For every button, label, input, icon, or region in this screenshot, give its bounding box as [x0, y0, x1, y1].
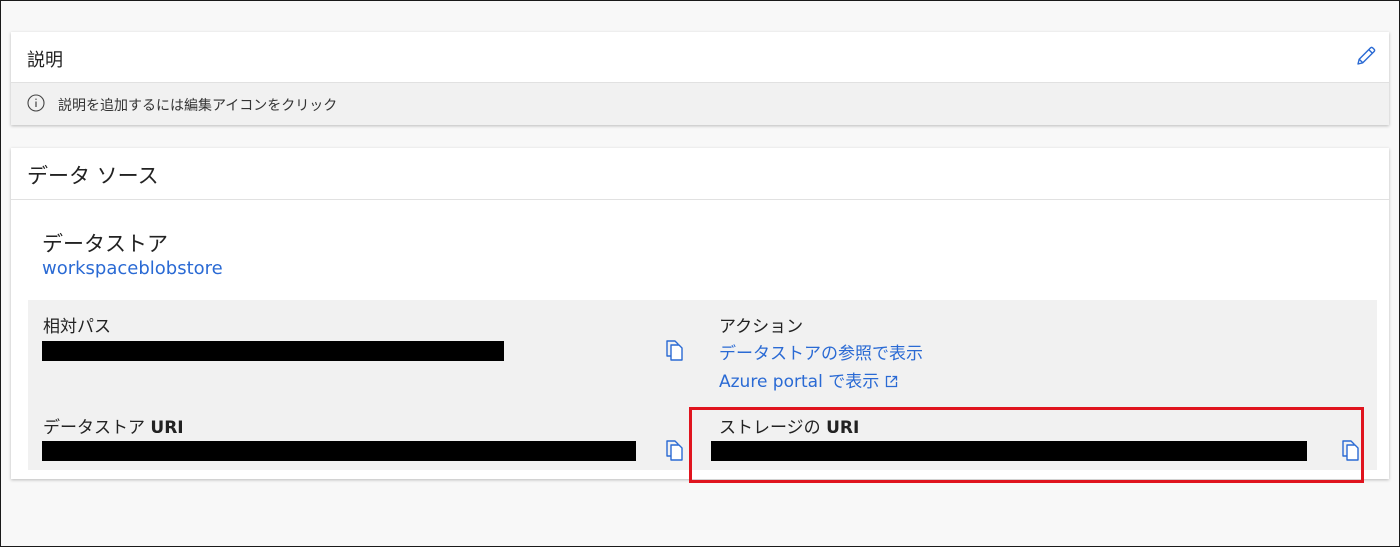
window-frame: 説明 説明を追加するには編集アイコンをクリック データ ソース データストア w…: [0, 0, 1400, 547]
datastore-uri-label: データストア URI: [43, 413, 184, 438]
datastore-label: データストア: [42, 232, 168, 256]
description-header: 説明: [11, 32, 1389, 83]
datastore-link[interactable]: workspaceblobstore: [42, 258, 223, 279]
description-info-text: 説明を追加するには編集アイコンをクリック: [58, 98, 338, 114]
data-source-title: データ ソース: [27, 164, 159, 188]
azure-portal-link-text: Azure portal で表示: [719, 372, 880, 392]
description-card: 説明 説明を追加するには編集アイコンをクリック: [11, 32, 1389, 125]
actions-label: アクション: [719, 317, 804, 337]
external-link-icon: [886, 375, 898, 388]
copy-icon[interactable]: [664, 338, 686, 362]
data-source-header: データ ソース: [11, 148, 1389, 200]
pencil-icon[interactable]: [1354, 44, 1378, 68]
copy-icon[interactable]: [664, 438, 686, 462]
info-circle-icon: [27, 94, 45, 112]
storage-uri-highlight: [689, 407, 1364, 483]
datastore-uri-value-redacted: [42, 441, 636, 461]
description-info-bar: 説明を追加するには編集アイコンをクリック: [11, 83, 1389, 125]
description-title: 説明: [27, 50, 63, 71]
relative-path-value-redacted: [42, 341, 504, 361]
browse-datastore-link[interactable]: データストアの参照で表示: [719, 339, 923, 364]
azure-portal-link[interactable]: Azure portal で表示: [719, 367, 898, 392]
relative-path-label: 相対パス: [43, 317, 111, 337]
datastore-uri-label-bold: URI: [150, 418, 184, 438]
datastore-uri-label-text: データストア: [43, 418, 151, 438]
